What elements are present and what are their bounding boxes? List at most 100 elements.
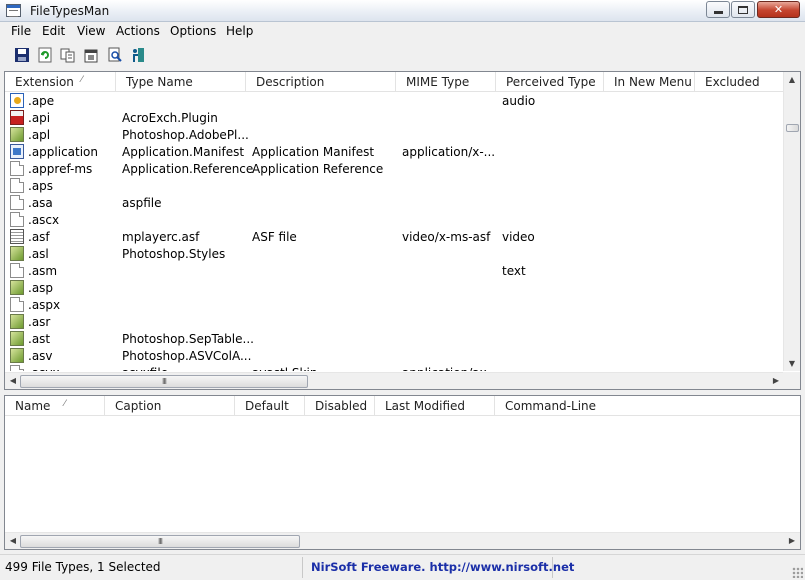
menu-actions[interactable]: Actions (116, 24, 160, 38)
table-row[interactable]: .aps (5, 177, 784, 194)
refresh-icon (38, 47, 52, 63)
cell-ext: .asr (28, 315, 51, 329)
menu-file[interactable]: File (11, 24, 31, 38)
cell-perceived: video (502, 230, 535, 244)
cell-mime: video/x-ms-asf (402, 230, 491, 244)
actions-list[interactable]: Name ⁄ Caption Default Disabled Last Modi… (4, 395, 801, 550)
resize-grip-icon[interactable] (792, 567, 803, 578)
find-button[interactable] (106, 46, 124, 64)
close-button[interactable]: ✕ (757, 1, 800, 18)
column-perceived-type[interactable]: Perceived Type (496, 72, 604, 92)
table-row[interactable]: .appref-ms Application.Reference Applicati… (5, 160, 784, 177)
column-excluded[interactable]: Excluded (695, 72, 784, 92)
cell-ext: .asp (28, 281, 54, 295)
horizontal-scrollbar[interactable]: ◀ III ▶ (5, 532, 800, 549)
close-icon: ✕ (773, 3, 784, 16)
table-row[interactable]: .asp (5, 279, 784, 296)
table-row[interactable]: .ast Photoshop.SepTable... (5, 330, 784, 347)
scroll-down-icon[interactable]: ▼ (785, 359, 799, 368)
file-type-icon (10, 263, 24, 278)
table-row[interactable]: .asm text (5, 262, 784, 279)
properties-button[interactable] (82, 46, 100, 64)
table-row[interactable]: .ape audio (5, 92, 784, 109)
cell-ext: .aps (28, 179, 54, 193)
menu-edit[interactable]: Edit (42, 24, 65, 38)
vertical-scroll-thumb[interactable] (786, 124, 799, 132)
nirsoft-link[interactable]: NirSoft Freeware. http://www.nirsoft.net (303, 557, 574, 578)
file-type-icon (10, 178, 24, 193)
cell-ext: .api (28, 111, 51, 125)
cell-ext: .application (28, 145, 99, 159)
horizontal-scroll-thumb[interactable]: III (20, 535, 300, 548)
file-types-rows: .ape audio .api AcroExch.Plugin .apl Photosho… (5, 92, 784, 371)
cell-ext: .asvx (28, 366, 60, 371)
cell-ext: .ast (28, 332, 51, 346)
table-row[interactable]: .ascx (5, 211, 784, 228)
title-bar: FileTypesMan ✕ (0, 0, 805, 22)
save-button[interactable] (13, 46, 31, 64)
file-type-icon (10, 195, 24, 210)
scroll-right-icon[interactable]: ▶ (769, 376, 783, 385)
column-extension[interactable]: Extension ⁄ (5, 72, 116, 92)
copy-button[interactable] (59, 46, 77, 64)
scroll-right-icon[interactable]: ▶ (785, 536, 799, 545)
scrollbar-corner (783, 372, 800, 389)
vertical-scrollbar[interactable]: ▲ ▼ (783, 72, 800, 371)
save-icon (15, 48, 29, 62)
cell-type: Photoshop.SepTable... (122, 332, 254, 346)
column-name[interactable]: Name ⁄ (5, 396, 105, 416)
exit-icon (133, 48, 144, 62)
cell-desc: ASF file (252, 230, 297, 244)
cell-mime: application/x-... (402, 145, 496, 159)
maximize-button[interactable] (731, 1, 755, 18)
menu-options[interactable]: Options (170, 24, 216, 38)
scroll-left-icon[interactable]: ◀ (6, 536, 20, 545)
column-command-line[interactable]: Command-Line (495, 396, 800, 416)
cell-type: Photoshop.Styles (122, 247, 226, 261)
cell-ext: .appref-ms (28, 162, 93, 176)
scroll-left-icon[interactable]: ◀ (6, 376, 20, 385)
table-row[interactable]: .apl Photoshop.AdobePl... (5, 126, 784, 143)
table-row[interactable]: .asf mplayerc.asf ASF file video/x-ms-asf vi… (5, 228, 784, 245)
table-row[interactable]: .asv Photoshop.ASVColA... (5, 347, 784, 364)
actions-header: Name ⁄ Caption Default Disabled Last Modi… (5, 396, 800, 416)
column-description[interactable]: Description (246, 72, 396, 92)
cell-ext: .ape (28, 94, 55, 108)
file-type-icon (10, 280, 24, 295)
menu-bar: File Edit View Actions Options Help (0, 22, 805, 41)
file-type-icon (10, 161, 24, 176)
exit-button[interactable] (129, 46, 147, 64)
table-row[interactable]: .asvx asvxfile avastl Skin application/ax..… (5, 364, 784, 371)
column-disabled[interactable]: Disabled (305, 396, 375, 416)
cell-type: asvxfile (122, 366, 168, 371)
column-in-new-menu[interactable]: In New Menu (604, 72, 695, 92)
column-type-name[interactable]: Type Name (116, 72, 246, 92)
file-types-list[interactable]: Extension ⁄ Type Name Description MIME Ty… (4, 71, 801, 390)
table-row[interactable]: .aspx (5, 296, 784, 313)
scroll-up-icon[interactable]: ▲ (785, 75, 799, 84)
refresh-button[interactable] (36, 46, 54, 64)
column-caption[interactable]: Caption (105, 396, 235, 416)
horizontal-scroll-thumb[interactable]: III (20, 375, 308, 388)
cell-desc: Application Reference (252, 162, 384, 176)
cell-desc: avastl Skin (252, 366, 317, 371)
column-last-modified[interactable]: Last Modified (375, 396, 495, 416)
file-types-header: Extension ⁄ Type Name Description MIME Ty… (5, 72, 784, 92)
table-row[interactable]: .application Application.Manifest Applicat… (5, 143, 784, 160)
file-type-icon (10, 93, 24, 108)
table-row[interactable]: .asa aspfile (5, 194, 784, 211)
cell-type: mplayerc.asf (122, 230, 200, 244)
column-mime-type[interactable]: MIME Type (396, 72, 496, 92)
horizontal-scrollbar[interactable]: ◀ III ▶ (5, 372, 784, 389)
minimize-button[interactable] (706, 1, 730, 18)
sort-arrow-icon: ⁄ (81, 75, 83, 85)
table-row[interactable]: .asl Photoshop.Styles (5, 245, 784, 262)
column-default[interactable]: Default (235, 396, 305, 416)
table-row[interactable]: .api AcroExch.Plugin (5, 109, 784, 126)
menu-help[interactable]: Help (226, 24, 253, 38)
status-count: 499 File Types, 1 Selected (0, 557, 303, 578)
menu-view[interactable]: View (77, 24, 105, 38)
cell-desc: Application Manifest (252, 145, 375, 159)
table-row[interactable]: .asr (5, 313, 784, 330)
cell-ext: .apl (28, 128, 51, 142)
